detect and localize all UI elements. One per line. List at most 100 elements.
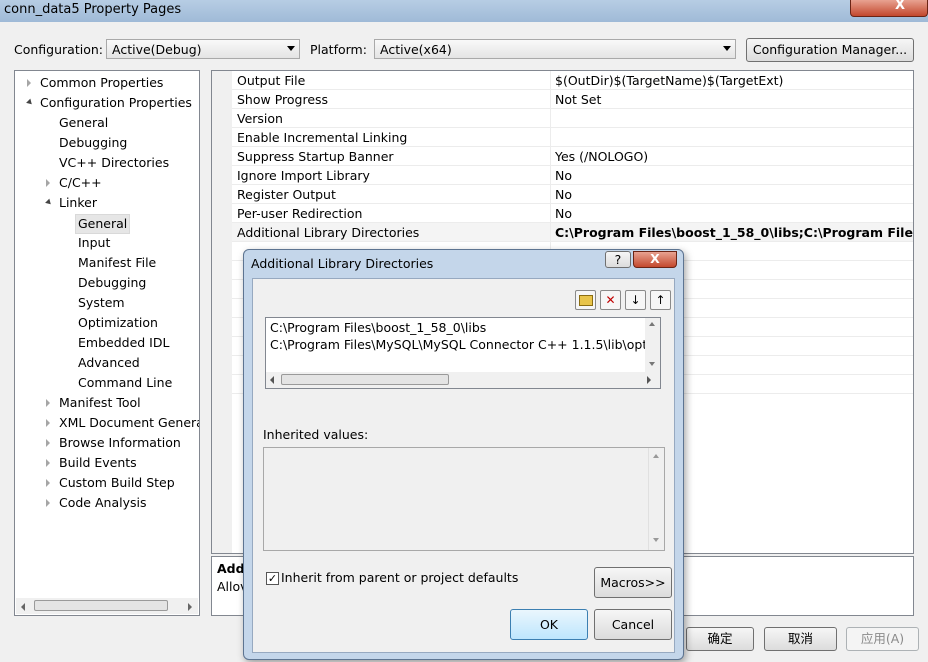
tree-item-label: Embedded IDL: [78, 335, 170, 350]
configuration-label: Configuration:: [14, 42, 103, 57]
property-name: Version: [237, 111, 283, 126]
property-value[interactable]: No: [555, 187, 572, 202]
ok-button[interactable]: 确定: [686, 627, 754, 651]
dialog-cancel-button[interactable]: Cancel: [594, 609, 672, 640]
arrow-down-icon: ↓: [630, 293, 641, 307]
column-divider: [550, 147, 551, 166]
scroll-up-icon[interactable]: [653, 454, 659, 458]
dialog-close-button[interactable]: X: [633, 251, 677, 268]
directories-horizontal-scrollbar[interactable]: [266, 372, 660, 388]
inherit-checkbox-label[interactable]: Inherit from parent or project defaults: [281, 570, 518, 585]
collapsed-arrow-icon[interactable]: [46, 179, 50, 187]
platform-combo[interactable]: Active(x64): [374, 39, 736, 59]
tree-horizontal-scrollbar[interactable]: [16, 598, 198, 614]
property-value[interactable]: No: [555, 168, 572, 183]
directory-entry[interactable]: C:\Program Files\boost_1_58_0\libs: [270, 320, 486, 335]
collapsed-arrow-icon[interactable]: [46, 499, 50, 507]
scroll-left-icon[interactable]: [270, 376, 274, 384]
scroll-up-icon[interactable]: [649, 322, 655, 326]
directories-list[interactable]: C:\Program Files\boost_1_58_0\libs C:\Pr…: [265, 317, 661, 389]
grid-gutter: [212, 71, 232, 553]
property-name: Additional Library Directories: [237, 225, 420, 240]
inherited-values-label: Inherited values:: [263, 427, 369, 442]
column-divider: [550, 90, 551, 109]
macros-button[interactable]: Macros>>: [594, 567, 672, 598]
dialog-ok-button[interactable]: OK: [510, 609, 588, 640]
cancel-button[interactable]: 取消: [764, 627, 837, 651]
dialog-title: Additional Library Directories: [251, 256, 434, 271]
property-value[interactable]: Yes (/NOLOGO): [555, 149, 648, 164]
dialog-client-area: ✕ ↓ ↑ C:\Program Files\boost_1_58_0\libs…: [252, 278, 675, 653]
inherited-vertical-scrollbar[interactable]: [648, 448, 664, 550]
new-line-button[interactable]: [575, 290, 596, 310]
delete-button[interactable]: ✕: [600, 290, 621, 310]
scroll-thumb[interactable]: [34, 600, 168, 611]
new-folder-icon: [578, 295, 593, 306]
check-icon: ✓: [267, 572, 278, 585]
column-divider: [550, 204, 551, 223]
scroll-down-icon[interactable]: [649, 362, 655, 366]
tree-item-label: Custom Build Step: [59, 475, 175, 490]
scroll-thumb[interactable]: [281, 374, 449, 385]
property-name: Enable Incremental Linking: [237, 130, 408, 145]
apply-button[interactable]: 应用(A): [846, 627, 919, 651]
property-name: Per-user Redirection: [237, 206, 363, 221]
collapsed-arrow-icon[interactable]: [46, 459, 50, 467]
property-value[interactable]: $(OutDir)$(TargetName)$(TargetExt): [555, 73, 783, 88]
tree-item-label: Browse Information: [59, 435, 181, 450]
configuration-value: Active(Debug): [112, 42, 202, 57]
move-up-button[interactable]: ↑: [650, 290, 671, 310]
directories-vertical-scrollbar[interactable]: [645, 318, 660, 372]
directory-entry[interactable]: C:\Program Files\MySQL\MySQL Connector C…: [270, 337, 647, 352]
property-name: Show Progress: [237, 92, 329, 107]
property-row[interactable]: Register Output No: [232, 185, 913, 204]
property-name: Suppress Startup Banner: [237, 149, 394, 164]
column-divider: [550, 71, 551, 90]
dialog-help-button[interactable]: ?: [605, 251, 631, 268]
scroll-down-icon[interactable]: [653, 538, 659, 542]
property-row[interactable]: Additional Library Directories C:\Program…: [232, 223, 913, 242]
arrow-up-icon: ↑: [655, 293, 666, 307]
property-row[interactable]: Output File $(OutDir)$(TargetName)$(Targe…: [232, 71, 913, 90]
scroll-right-icon[interactable]: [647, 376, 651, 384]
property-row[interactable]: Ignore Import Library No: [232, 166, 913, 185]
property-row[interactable]: Show Progress Not Set: [232, 90, 913, 109]
tree-item-label: Configuration Properties: [40, 95, 192, 110]
scroll-left-icon[interactable]: [21, 603, 25, 611]
collapsed-arrow-icon[interactable]: [46, 399, 50, 407]
tree-item-label: Input: [78, 235, 111, 250]
tree-item-label: General: [59, 115, 109, 130]
property-value[interactable]: Not Set: [555, 92, 601, 107]
property-value[interactable]: C:\Program Files\boost_1_58_0\libs;C:\Pr…: [555, 225, 913, 240]
collapsed-arrow-icon[interactable]: [46, 479, 50, 487]
property-row[interactable]: Suppress Startup Banner Yes (/NOLOGO): [232, 147, 913, 166]
property-tree[interactable]: Common Properties Configuration Propertie…: [14, 70, 200, 616]
tree-item-label: VC++ Directories: [59, 155, 170, 170]
chevron-down-icon: [723, 46, 731, 51]
window-close-button[interactable]: X: [850, 0, 928, 17]
column-divider: [550, 166, 551, 185]
property-row[interactable]: Enable Incremental Linking: [232, 128, 913, 147]
tree-item-label: C/C++: [59, 175, 102, 190]
collapsed-arrow-icon[interactable]: [27, 79, 31, 87]
expanded-arrow-icon[interactable]: [45, 198, 53, 207]
configuration-combo[interactable]: Active(Debug): [106, 39, 300, 59]
property-value[interactable]: No: [555, 206, 572, 221]
inherit-checkbox[interactable]: ✓: [266, 572, 279, 585]
property-row[interactable]: Per-user Redirection No: [232, 204, 913, 223]
tree-item-label: System: [78, 295, 125, 310]
tree-item-label: Code Analysis: [59, 495, 147, 510]
tree-item-label: Optimization: [78, 315, 158, 330]
column-divider: [550, 185, 551, 204]
close-icon: X: [895, 0, 906, 13]
configuration-manager-button[interactable]: Configuration Manager...: [746, 38, 914, 62]
property-name: Output File: [237, 73, 306, 88]
expanded-arrow-icon[interactable]: [26, 98, 34, 107]
collapsed-arrow-icon[interactable]: [46, 419, 50, 427]
move-down-button[interactable]: ↓: [625, 290, 646, 310]
collapsed-arrow-icon[interactable]: [46, 439, 50, 447]
property-row[interactable]: Version: [232, 109, 913, 128]
column-divider: [550, 109, 551, 128]
delete-icon: ✕: [605, 293, 616, 307]
scroll-right-icon[interactable]: [188, 603, 192, 611]
